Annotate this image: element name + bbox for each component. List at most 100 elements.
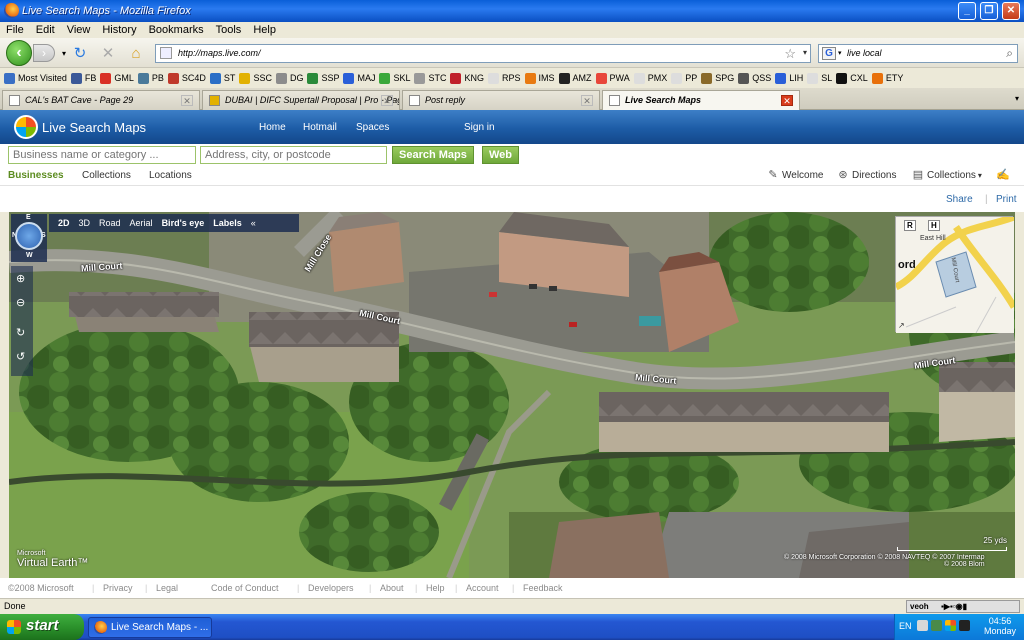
footer-legal[interactable]: Legal (156, 583, 178, 593)
collections-menu[interactable]: ▤ Collections ▾ (912, 169, 982, 181)
media-controls-icon[interactable]: ▪▶▪▫◉▮ (941, 601, 967, 613)
share-link[interactable]: Share (946, 194, 973, 205)
tab-live-search-maps[interactable]: Live Search Maps ✕ (602, 90, 800, 110)
bookmark-item[interactable]: KNG (450, 72, 484, 84)
tab-post-reply[interactable]: Post reply ✕ (402, 90, 600, 110)
bookmark-item[interactable]: RPS (488, 72, 521, 84)
subnav-collections[interactable]: Collections (82, 170, 131, 181)
history-dropdown-icon[interactable]: ▾ (56, 46, 72, 62)
search-engine-box[interactable]: G ▾ live local ⌕ (818, 44, 1018, 63)
url-bar[interactable]: http://maps.live.com/ ☆ ▾ (155, 44, 811, 63)
reload-icon[interactable]: ↻ (72, 46, 88, 62)
bookmark-item[interactable]: SPG (701, 72, 734, 84)
bookmark-item[interactable]: AMZ (558, 72, 592, 84)
menu-help[interactable]: Help (253, 24, 276, 36)
footer-account[interactable]: Account (466, 583, 499, 593)
compass-rose-icon[interactable] (15, 222, 43, 250)
bookmark-item[interactable]: PP (671, 72, 697, 84)
bookmark-star-icon[interactable]: ☆ (784, 46, 796, 62)
bookmark-item[interactable]: Most Visited (4, 72, 67, 84)
network-icon[interactable] (917, 620, 928, 631)
footer-help[interactable]: Help (426, 583, 445, 593)
menu-bookmarks[interactable]: Bookmarks (149, 24, 204, 36)
topnav-spaces[interactable]: Spaces (356, 122, 389, 133)
bookmark-item[interactable]: SSC (239, 72, 272, 84)
view-birds-eye-button[interactable]: Bird's eye (162, 218, 205, 228)
what-input[interactable] (8, 146, 196, 164)
bookmark-item[interactable]: GML (100, 72, 134, 84)
zoom-in-icon[interactable]: ⊕ (16, 272, 25, 285)
subnav-locations[interactable]: Locations (149, 170, 192, 181)
close-tab-icon[interactable]: ✕ (581, 95, 593, 106)
bookmark-item[interactable]: PB (137, 72, 164, 84)
bookmark-item[interactable]: IMS (524, 72, 555, 84)
view-3d-button[interactable]: 3D (79, 218, 91, 228)
start-button[interactable]: start (0, 614, 84, 640)
taskbar-item-firefox[interactable]: Live Search Maps - ... (88, 617, 212, 638)
subnav-businesses[interactable]: Businesses (8, 170, 64, 181)
rotate-clockwise-icon[interactable]: ↻ (16, 326, 25, 339)
bookmark-item[interactable]: DG (275, 72, 303, 84)
minimap-hybrid-button[interactable]: H (928, 220, 940, 231)
bookmark-item[interactable]: SC4D (167, 72, 206, 84)
collapse-toolbar-button[interactable]: « (251, 218, 256, 228)
where-input[interactable] (200, 146, 387, 164)
footer-developers[interactable]: Developers (308, 583, 354, 593)
google-engine-icon[interactable]: G (822, 47, 836, 60)
bookmark-item[interactable]: SSP (307, 72, 339, 84)
menu-edit[interactable]: Edit (36, 24, 55, 36)
close-window-button[interactable]: ✕ (1002, 2, 1020, 20)
close-tab-icon[interactable]: ✕ (181, 95, 193, 106)
bookmark-item[interactable]: ST (209, 72, 235, 84)
view-aerial-button[interactable]: Aerial (130, 218, 153, 228)
bookmark-item[interactable]: ETY (871, 72, 903, 84)
directions-link[interactable]: ⊛ Directions (837, 169, 896, 181)
minimize-button[interactable]: _ (958, 2, 976, 20)
tab-bat-cave[interactable]: CAL's BAT Cave - Page 29 ✕ (2, 90, 200, 110)
bookmark-item[interactable]: LIH (775, 72, 803, 84)
bookmark-item[interactable]: PWA (595, 72, 630, 84)
print-link[interactable]: Print (996, 194, 1017, 205)
welcome-link[interactable]: ✎ Welcome (767, 169, 823, 181)
menu-view[interactable]: View (67, 24, 91, 36)
view-road-button[interactable]: Road (99, 218, 121, 228)
tray-windows-icon[interactable] (945, 620, 956, 631)
veoh-toolbar[interactable]: veoh ▪▶▪▫◉▮ (906, 600, 1020, 613)
close-tab-icon[interactable]: ✕ (781, 95, 793, 106)
minimap-road-button[interactable]: R (904, 220, 916, 231)
minimap[interactable]: R H East Hill ord Mill Court ↗ (894, 213, 1015, 334)
tray-app-icon[interactable] (931, 620, 942, 631)
bookmark-item[interactable]: MAJ (343, 72, 375, 84)
bookmark-item[interactable]: SL (807, 72, 832, 84)
tab-dubai[interactable]: DUBAI | DIFC Supertall Proposal | Pro - … (202, 90, 400, 110)
list-all-tabs-icon[interactable]: ▾ (1010, 90, 1024, 108)
web-search-button[interactable]: Web (482, 146, 520, 164)
url-dropdown-icon[interactable]: ▾ (803, 48, 807, 57)
clock[interactable]: 04:56 Monday (984, 616, 1016, 636)
bookmark-item[interactable]: FB (70, 72, 96, 84)
menu-file[interactable]: File (6, 24, 24, 36)
menu-history[interactable]: History (102, 24, 136, 36)
tray-monitor-icon[interactable] (959, 620, 970, 631)
back-button[interactable]: ‹ (6, 40, 32, 66)
forward-button[interactable]: › (33, 44, 55, 62)
topnav-sign-in[interactable]: Sign in (464, 122, 495, 133)
compass-control[interactable]: E N S W (11, 214, 47, 262)
bookmark-item[interactable]: SKL (379, 72, 410, 84)
edit-collection-icon[interactable]: ✍ (996, 169, 1011, 181)
minimap-expand-icon[interactable]: ↗ (898, 321, 905, 330)
footer-code-of-conduct[interactable]: Code of Conduct (211, 583, 279, 593)
stop-icon[interactable]: ✕ (100, 46, 116, 62)
brand-title[interactable]: Live Search Maps (42, 120, 146, 135)
search-maps-button[interactable]: Search Maps (392, 146, 474, 164)
topnav-home[interactable]: Home (259, 122, 286, 133)
topnav-hotmail[interactable]: Hotmail (303, 122, 337, 133)
view-2d-button[interactable]: 2D (58, 218, 70, 228)
maximize-button[interactable]: ❐ (980, 2, 998, 20)
zoom-out-icon[interactable]: ⊖ (16, 296, 25, 309)
home-icon[interactable]: ⌂ (128, 46, 144, 62)
bookmark-item[interactable]: CXL (836, 72, 868, 84)
bookmark-item[interactable]: QSS (738, 72, 771, 84)
footer-privacy[interactable]: Privacy (103, 583, 133, 593)
footer-feedback[interactable]: Feedback (523, 583, 563, 593)
